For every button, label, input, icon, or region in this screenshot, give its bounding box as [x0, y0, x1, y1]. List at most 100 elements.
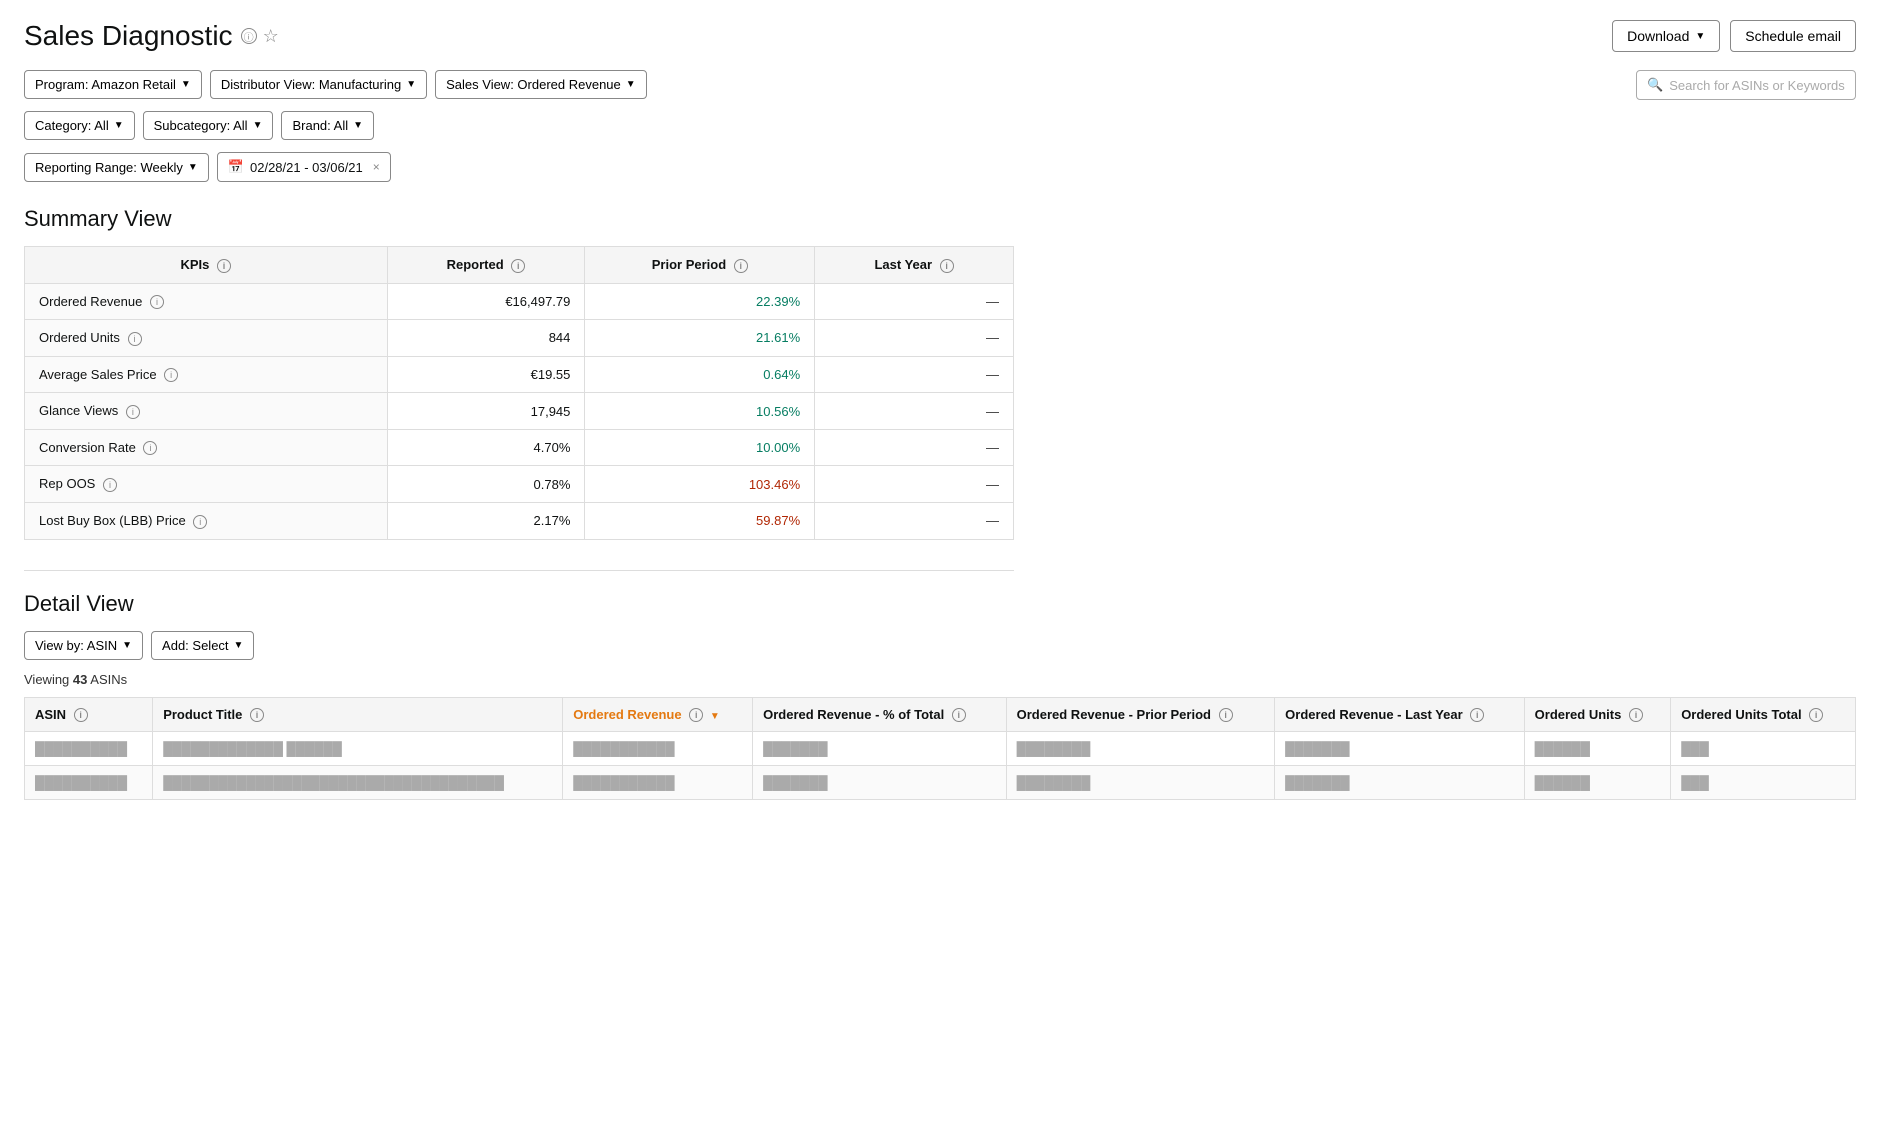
detail-cell-revenue: ███████████	[563, 732, 753, 766]
detail-cell-last-year: ███████	[1275, 732, 1524, 766]
category-filter[interactable]: Category: All ▼	[24, 111, 135, 140]
detail-cell-last-year: ███████	[1275, 766, 1524, 800]
detail-cell-asin: ██████████	[25, 766, 153, 800]
detail-cell-units-total: ███	[1671, 732, 1856, 766]
date-range-picker[interactable]: 📅 02/28/21 - 03/06/21 ×	[217, 152, 391, 182]
summary-row-reported: €16,497.79	[387, 283, 585, 320]
kpi-row-info-icon[interactable]: i	[150, 295, 164, 309]
detail-cell-prior: ████████	[1006, 766, 1275, 800]
brand-caret-icon: ▼	[353, 120, 363, 131]
download-button[interactable]: Download ▼	[1612, 20, 1720, 52]
detail-view-title: Detail View	[24, 591, 1856, 617]
table-row: ██████████ █████████████ ██████ ████████…	[25, 732, 1856, 766]
ordered-revenue-info-icon[interactable]: i	[689, 708, 703, 722]
search-icon: 🔍	[1647, 77, 1663, 93]
reporting-range-filter[interactable]: Reporting Range: Weekly ▼	[24, 153, 209, 182]
prior-period-col-info-icon[interactable]: i	[1219, 708, 1233, 722]
summary-row-prior-period: 21.61%	[585, 320, 815, 357]
summary-col-prior-period: Prior Period i	[585, 247, 815, 284]
summary-row-prior-period: 22.39%	[585, 283, 815, 320]
ordered-revenue-sort-icon: ▼	[710, 711, 720, 722]
summary-col-reported: Reported i	[387, 247, 585, 284]
summary-row-kpi: Average Sales Price i	[25, 356, 388, 393]
search-box[interactable]: 🔍 Search for ASINs or Keywords	[1636, 70, 1856, 100]
category-caret-icon: ▼	[114, 120, 124, 131]
detail-cell-title: █████████████ ██████	[153, 732, 563, 766]
summary-table: KPIs i Reported i Prior Period i Last Ye…	[24, 246, 1014, 540]
last-year-info-icon[interactable]: i	[940, 259, 954, 273]
summary-row-reported: 0.78%	[387, 466, 585, 503]
detail-cell-asin: ██████████	[25, 732, 153, 766]
detail-col-asin: ASIN i	[25, 697, 153, 732]
subcategory-filter[interactable]: Subcategory: All ▼	[143, 111, 274, 140]
summary-view-title: Summary View	[24, 206, 1856, 232]
summary-row-reported: 17,945	[387, 393, 585, 430]
program-filter[interactable]: Program: Amazon Retail ▼	[24, 70, 202, 99]
kpi-row-info-icon[interactable]: i	[103, 478, 117, 492]
detail-col-pct-total: Ordered Revenue - % of Total i	[753, 697, 1007, 732]
summary-row-prior-period: 10.56%	[585, 393, 815, 430]
sales-view-caret-icon: ▼	[626, 79, 636, 90]
detail-cell-revenue: ███████████	[563, 766, 753, 800]
detail-table-wrap: ASIN i Product Title i Ordered Revenue i…	[24, 697, 1856, 801]
detail-col-ordered-revenue[interactable]: Ordered Revenue i ▼	[563, 697, 753, 732]
summary-row-reported: €19.55	[387, 356, 585, 393]
summary-row-kpi: Ordered Revenue i	[25, 283, 388, 320]
add-select-caret-icon: ▼	[234, 640, 244, 651]
calendar-icon: 📅	[228, 159, 244, 175]
units-total-info-icon[interactable]: i	[1809, 708, 1823, 722]
schedule-email-button[interactable]: Schedule email	[1730, 20, 1856, 52]
kpi-row-info-icon[interactable]: i	[143, 441, 157, 455]
program-caret-icon: ▼	[181, 79, 191, 90]
detail-col-last-year: Ordered Revenue - Last Year i	[1275, 697, 1524, 732]
section-divider	[24, 570, 1014, 571]
distributor-view-filter[interactable]: Distributor View: Manufacturing ▼	[210, 70, 427, 99]
summary-row-last-year: —	[815, 429, 1014, 466]
summary-row-last-year: —	[815, 283, 1014, 320]
summary-row-prior-period: 59.87%	[585, 502, 815, 539]
kpi-row-info-icon[interactable]: i	[126, 405, 140, 419]
kpi-row-info-icon[interactable]: i	[193, 515, 207, 529]
search-placeholder: Search for ASINs or Keywords	[1669, 78, 1845, 93]
summary-row-last-year: —	[815, 502, 1014, 539]
summary-row-last-year: —	[815, 466, 1014, 503]
ordered-units-info-icon[interactable]: i	[1629, 708, 1643, 722]
detail-col-prior-period: Ordered Revenue - Prior Period i	[1006, 697, 1275, 732]
kpi-row-info-icon[interactable]: i	[164, 368, 178, 382]
summary-row-reported: 844	[387, 320, 585, 357]
date-range-close-icon[interactable]: ×	[373, 160, 380, 174]
summary-row-kpi: Conversion Rate i	[25, 429, 388, 466]
sales-view-filter[interactable]: Sales View: Ordered Revenue ▼	[435, 70, 647, 99]
detail-cell-pct: ███████	[753, 732, 1007, 766]
brand-filter[interactable]: Brand: All ▼	[281, 111, 374, 140]
summary-row-prior-period: 103.46%	[585, 466, 815, 503]
download-caret-icon: ▼	[1695, 31, 1705, 42]
prior-period-info-icon[interactable]: i	[734, 259, 748, 273]
detail-col-product-title: Product Title i	[153, 697, 563, 732]
distributor-caret-icon: ▼	[406, 79, 416, 90]
pct-total-info-icon[interactable]: i	[952, 708, 966, 722]
detail-col-ordered-units: Ordered Units i	[1524, 697, 1671, 732]
detail-cell-units: ██████	[1524, 732, 1671, 766]
star-icon[interactable]: ☆	[263, 26, 279, 47]
kpis-info-icon[interactable]: i	[217, 259, 231, 273]
product-title-info-icon[interactable]: i	[250, 708, 264, 722]
viewing-count-text: Viewing 43 ASINs	[24, 672, 1856, 687]
detail-cell-pct: ███████	[753, 766, 1007, 800]
summary-row-last-year: —	[815, 320, 1014, 357]
reported-info-icon[interactable]: i	[511, 259, 525, 273]
page-title: Sales Diagnostic	[24, 20, 233, 52]
last-year-col-info-icon[interactable]: i	[1470, 708, 1484, 722]
table-row: ██████████ █████████████████████████████…	[25, 766, 1856, 800]
kpi-row-info-icon[interactable]: i	[128, 332, 142, 346]
detail-cell-prior: ████████	[1006, 732, 1275, 766]
view-by-filter[interactable]: View by: ASIN ▼	[24, 631, 143, 660]
info-icon[interactable]: ⓘ	[241, 28, 257, 44]
subcategory-caret-icon: ▼	[253, 120, 263, 131]
summary-col-last-year: Last Year i	[815, 247, 1014, 284]
summary-row-reported: 2.17%	[387, 502, 585, 539]
view-by-caret-icon: ▼	[122, 640, 132, 651]
add-select-filter[interactable]: Add: Select ▼	[151, 631, 254, 660]
asin-info-icon[interactable]: i	[74, 708, 88, 722]
detail-col-units-total: Ordered Units Total i	[1671, 697, 1856, 732]
